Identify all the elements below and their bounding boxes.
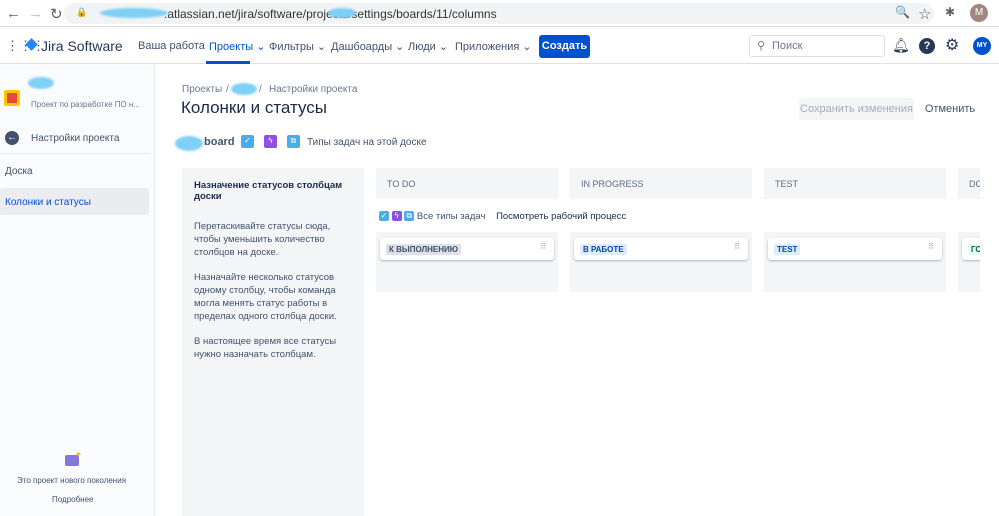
column-header-test[interactable]: TEST [764,168,946,199]
nav-projects[interactable]: Проекты ⌄ [209,40,265,53]
info-text-2: Назначайте несколько статусов одному сто… [194,272,337,322]
epic-type-icon: ϟ [391,211,402,222]
status-lozenge: TEST [774,244,801,255]
column-body-todo: К ВЫПОЛНЕНИЮ ⠿ [376,232,558,292]
status-lozenge: К ВЫПОЛНЕНИЮ [386,244,461,255]
breadcrumb-projects[interactable]: Проекты [182,84,222,95]
task-type-icon: ✓ [379,211,389,222]
column-body-test: TEST ⠿ [764,232,946,292]
column-body-done: ГО [958,232,980,292]
drag-handle-icon: ⠿ [734,242,740,251]
status-card[interactable]: TEST ⠿ [768,238,942,260]
column-header-in-progress[interactable]: IN PROGRESS [570,168,752,199]
epic-type-icon: ϟ [264,135,277,148]
learn-more-link[interactable]: Подробнее [52,495,94,504]
status-card[interactable]: К ВЫПОЛНЕНИЮ ⠿ [380,238,554,260]
info-text-1: Перетаскивайте статусы сюда, чтобы умень… [194,221,331,258]
status-lozenge: В РАБОТЕ [580,244,627,255]
view-workflow-link[interactable]: Посмотреть рабочий процесс [496,211,626,222]
all-issue-types: Все типы задач [416,211,486,222]
sidebar-item-columns[interactable]: Колонки и статусы [0,188,149,215]
board-name: board [204,136,235,148]
info-panel: Назначение статусов столбцам доски Перет… [182,168,364,516]
columns-area: TO DO IN PROGRESS TEST DO ✓ ϟ ⧉ Все типы… [376,0,980,516]
column-header-todo[interactable]: TO DO [376,168,558,199]
back-arrow-icon[interactable]: ← [5,131,19,145]
column-header-done[interactable]: DO [958,168,980,199]
workflow-row: ✓ ϟ ⧉ Все типы задач Посмотреть рабочий … [379,211,626,222]
active-indicator [206,61,250,64]
forward-icon[interactable]: → [28,5,43,22]
nav-filters[interactable]: Фильтры ⌄ [269,40,326,53]
sparkle-icon: ✦ [75,450,82,459]
subtask-type-icon: ⧉ [287,135,300,148]
page-title: Колонки и статусы [181,98,327,117]
breadcrumb-settings[interactable]: Настройки проекта [269,84,357,95]
task-type-icon: ✓ [241,135,254,148]
logo[interactable]: Jira Software [41,38,123,54]
subtask-type-icon: ⧉ [404,211,415,222]
drag-handle-icon: ⠿ [928,242,934,251]
drag-handle-icon: ⠿ [540,242,546,251]
sidebar-item-board[interactable]: Доска [5,166,33,177]
project-avatar[interactable] [4,90,20,106]
status-lozenge: ГО [968,244,980,255]
sidebar: Проект по разработке ПО н... ← Настройки… [0,65,155,516]
status-card[interactable]: ГО [962,238,980,260]
project-description: Проект по разработке ПО н... [31,100,141,109]
column-body-in-progress: В РАБОТЕ ⠿ [570,232,752,292]
next-gen-text: Это проект нового поколения [17,476,127,485]
status-card[interactable]: В РАБОТЕ ⠿ [574,238,748,260]
back-to-settings[interactable]: Настройки проекта [31,133,119,144]
app-switcher-icon[interactable]: ⋮⋮⋮ [6,38,45,54]
info-text-3: В настоящее время все статусы нужно назн… [194,336,337,360]
nav-your-work[interactable]: Ваша работа [138,40,205,52]
lock-icon: 🔒 [76,7,88,17]
reload-icon[interactable]: ↻ [50,5,63,23]
back-icon[interactable]: ← [6,5,21,22]
info-title: Назначение статусов столбцам доски [194,180,343,202]
